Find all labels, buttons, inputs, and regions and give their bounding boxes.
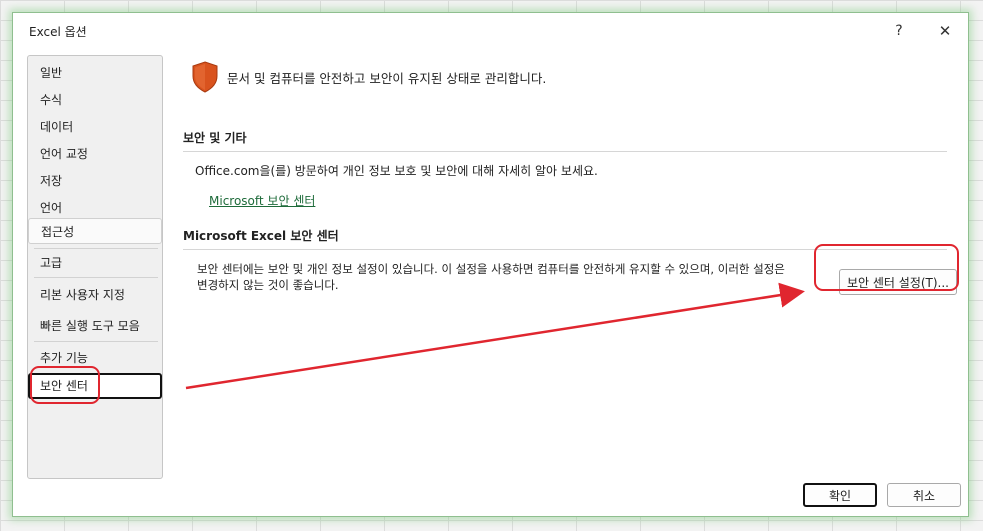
sidebar-item-accessibility[interactable]: 접근성 xyxy=(28,218,162,244)
panel-header-text: 문서 및 컴퓨터를 안전하고 보안이 유지된 상태로 관리합니다. xyxy=(227,70,547,86)
sidebar-item-formulas[interactable]: 수식 xyxy=(28,87,162,113)
sidebar-item-customize-ribbon[interactable]: 리본 사용자 지정 xyxy=(28,282,162,308)
sidebar-item-data[interactable]: 데이터 xyxy=(28,114,162,140)
office-info-text: Office.com을(를) 방문하여 개인 정보 보호 및 보안에 대해 자세… xyxy=(195,164,598,178)
sidebar-item-quick-access-toolbar[interactable]: 빠른 실행 도구 모음 xyxy=(28,313,162,339)
title-bar: Excel 옵션 ? ✕ xyxy=(13,13,968,49)
annotation-highlight-settings-button xyxy=(814,244,959,291)
ok-button[interactable]: 확인 xyxy=(803,483,877,507)
cancel-button[interactable]: 취소 xyxy=(887,483,961,507)
section-title-security-and-more: 보안 및 기타 xyxy=(183,131,247,145)
panel-header: 문서 및 컴퓨터를 안전하고 보안이 유지된 상태로 관리합니다. xyxy=(191,61,546,93)
sidebar-separator xyxy=(34,248,158,249)
sidebar-separator xyxy=(34,341,158,342)
sidebar-separator xyxy=(34,277,158,278)
section-title-excel-trust-center: Microsoft Excel 보안 센터 xyxy=(183,229,339,243)
close-button[interactable]: ✕ xyxy=(931,19,959,43)
trust-center-description: 보안 센터에는 보안 및 개인 정보 설정이 있습니다. 이 설정을 사용하면 … xyxy=(197,262,785,292)
sidebar-item-advanced[interactable]: 고급 xyxy=(28,250,162,276)
dialog-title: Excel 옵션 xyxy=(29,25,87,39)
sidebar-item-proofing[interactable]: 언어 교정 xyxy=(28,141,162,167)
sidebar-item-general[interactable]: 일반 xyxy=(28,60,162,86)
help-button[interactable]: ? xyxy=(885,19,913,43)
sidebar-item-save[interactable]: 저장 xyxy=(28,168,162,194)
annotation-highlight-trust-center-item xyxy=(30,366,100,404)
section-divider xyxy=(183,151,947,152)
microsoft-trust-center-link[interactable]: Microsoft 보안 센터 xyxy=(209,192,315,209)
shield-icon xyxy=(192,61,218,93)
options-sidebar: 일반 수식 데이터 언어 교정 저장 언어 접근성 고급 리본 사용자 지정 빠… xyxy=(27,55,163,479)
